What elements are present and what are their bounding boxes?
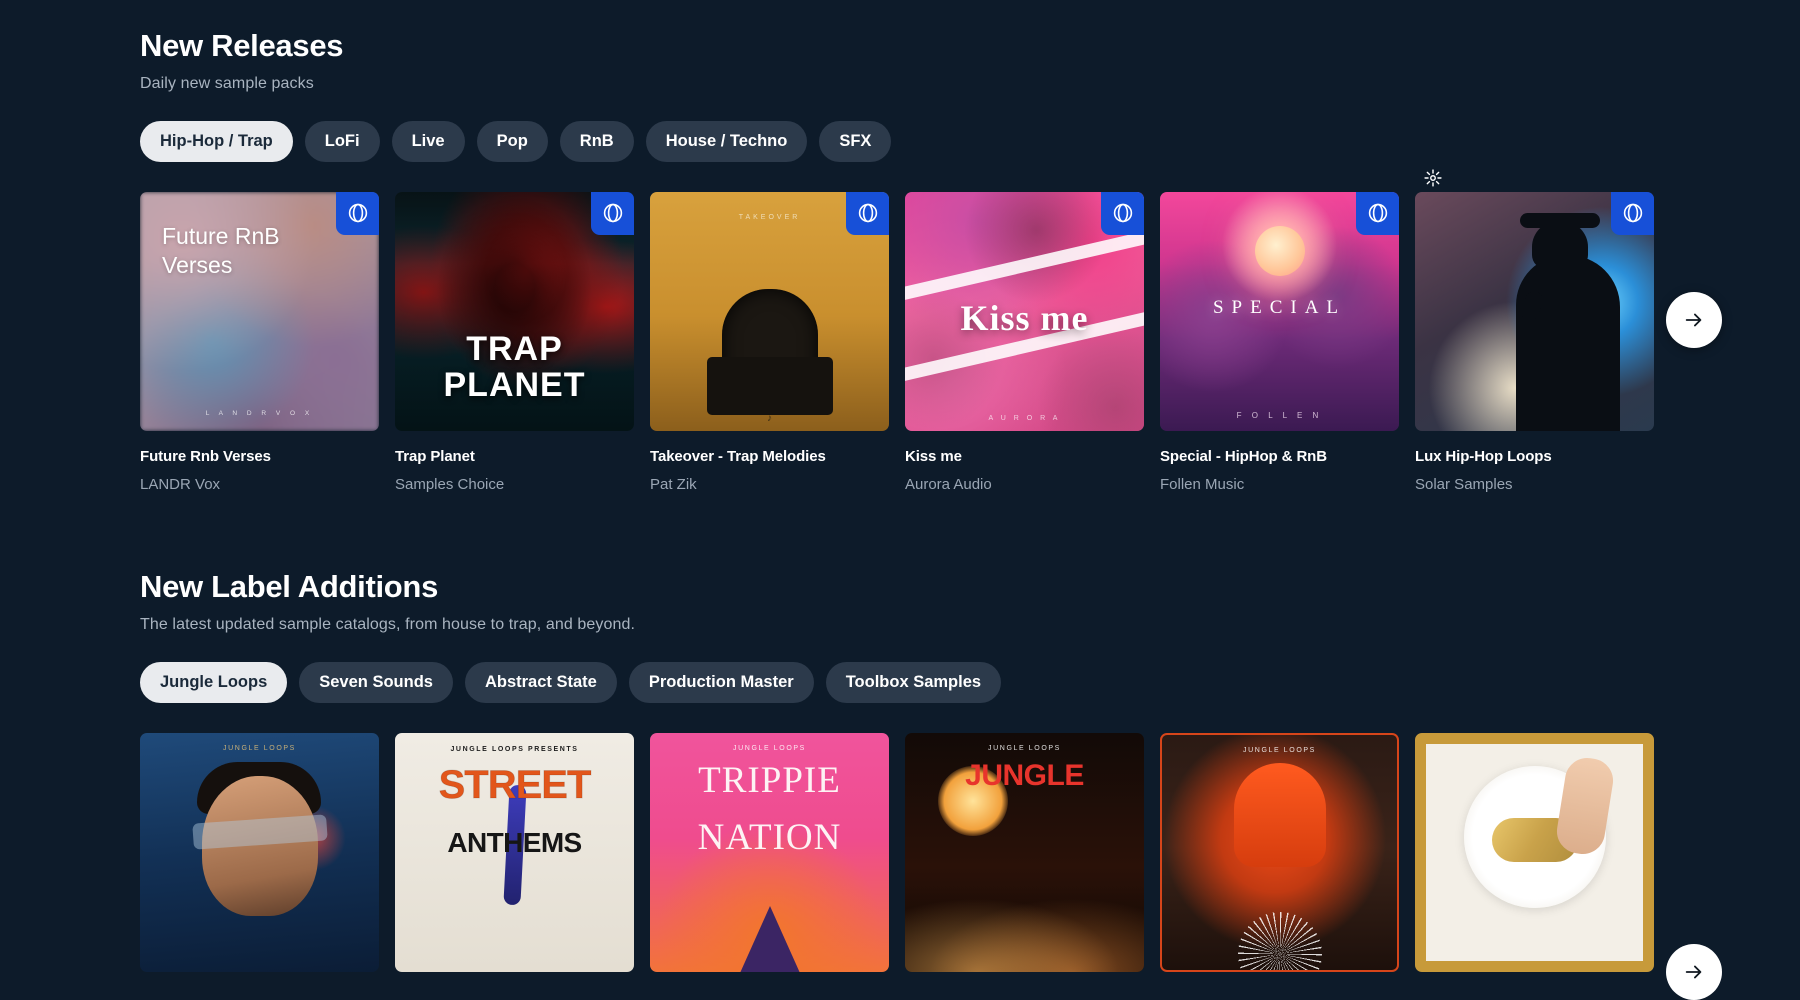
filter-pill-production-master[interactable]: Production Master <box>628 661 814 703</box>
pack-title: Kiss me <box>905 447 962 465</box>
artwork-title-text: Kiss me <box>960 298 1089 339</box>
artwork-top-text: JUNGLE LOOPS PRESENTS <box>450 745 579 753</box>
pack-card[interactable]: Kiss me A U R O R A Kiss me Aurora Audio <box>905 191 1144 493</box>
pack-title: Lux Hip-Hop Loops <box>1415 447 1552 465</box>
pack-artist: LANDR Vox <box>140 475 221 493</box>
section-subtitle: Daily new sample packs <box>140 75 314 92</box>
artwork-title-text: JUNGLE <box>965 758 1084 792</box>
pack-title: Future Rnb Verses <box>140 447 271 465</box>
filter-pill-live[interactable]: Live <box>391 121 465 162</box>
pack-artwork[interactable] <box>1415 732 1654 972</box>
arrow-right-icon <box>1685 313 1702 327</box>
artwork-subtitle-text: ANTHEMS <box>447 826 582 858</box>
card-list: Future RnB Verses L A N D R V O X Future… <box>140 169 1800 493</box>
artwork-title-text: SPECIAL <box>1212 297 1347 319</box>
filter-pill-seven-sounds[interactable]: Seven Sounds <box>299 661 453 703</box>
card-list: JUNGLE LOOPS JUNGLE LOOPS PRESENTS STREE… <box>140 732 1800 972</box>
label-additions-carousel: JUNGLE LOOPS JUNGLE LOOPS PRESENTS STREE… <box>140 732 1800 1000</box>
pack-title: Trap Planet <box>395 447 475 465</box>
landr-logo-icon <box>1356 191 1399 235</box>
loading-spinner-icon <box>1423 168 1443 188</box>
artwork-top-text: JUNGLE LOOPS <box>988 744 1061 752</box>
pack-card[interactable]: JUNGLE LOOPS PRESENTS STREET ANTHEMS <box>395 732 634 972</box>
filter-pill-pop[interactable]: Pop <box>476 121 548 162</box>
filter-pill-hiphop-trap[interactable]: Hip-Hop / Trap <box>140 121 293 162</box>
artwork-top-text: JUNGLE LOOPS <box>223 744 296 752</box>
pack-card[interactable]: SPECIAL F O L L E N Special - HipHop & R… <box>1160 191 1399 493</box>
filter-pill-jungle-loops[interactable]: Jungle Loops <box>140 661 288 703</box>
pack-artwork[interactable]: Kiss me A U R O R A <box>905 191 1144 431</box>
artwork-title-text: STREET <box>438 762 592 807</box>
pack-card[interactable]: TAKEOVER ♪ Takeover - Trap Melodies Pat … <box>650 191 889 493</box>
pack-artwork[interactable]: Future RnB Verses L A N D R V O X <box>140 191 379 431</box>
artwork-subtitle-text: NATION <box>697 816 842 858</box>
pack-artist: Pat Zik <box>650 475 697 493</box>
pack-card[interactable]: JUNGLE LOOPS TRIPPIE NATION <box>650 732 889 972</box>
pack-card[interactable] <box>1415 732 1654 972</box>
artwork-footer-text: L A N D R V O X <box>205 409 314 417</box>
artwork-throne-shape <box>706 288 833 415</box>
artwork-title-text: Future RnB Verses <box>162 222 280 279</box>
filter-pill-abstract-state[interactable]: Abstract State <box>464 661 617 703</box>
new-releases-carousel: Future RnB Verses L A N D R V O X Future… <box>140 169 1800 493</box>
pack-artwork[interactable]: TAKEOVER ♪ <box>650 191 889 431</box>
artwork-top-text: JUNGLE LOOPS <box>733 744 806 752</box>
pack-artist: Follen Music <box>1160 475 1245 493</box>
artwork-footer-text: A U R O R A <box>988 414 1061 422</box>
page-root: New Releases Daily new sample packs Hip-… <box>0 0 1800 1000</box>
pack-card[interactable]: Lux Hip-Hop Loops Solar Samples <box>1415 169 1654 493</box>
landr-logo-icon <box>846 191 889 235</box>
filter-pill-toolbox-samples[interactable]: Toolbox Samples <box>825 661 1002 703</box>
pack-artwork[interactable]: TRAP PLANET <box>395 191 634 431</box>
filter-pill-rnb[interactable]: RnB <box>559 121 634 162</box>
pack-title: Takeover - Trap Melodies <box>650 447 826 465</box>
page-title: New Releases <box>140 28 344 63</box>
genre-filter-row: Hip-Hop / Trap LoFi Live Pop RnB House /… <box>140 121 1800 162</box>
pack-card[interactable]: Future RnB Verses L A N D R V O X Future… <box>140 191 379 493</box>
pack-artwork[interactable]: SPECIAL F O L L E N <box>1160 191 1399 431</box>
artwork-top-text: JUNGLE LOOPS <box>1243 746 1316 754</box>
pack-artwork[interactable] <box>1415 191 1654 431</box>
section-new-releases: New Releases Daily new sample packs Hip-… <box>140 0 1800 493</box>
pack-title: Special - HipHop & RnB <box>1160 447 1327 465</box>
label-filter-row: Jungle Loops Seven Sounds Abstract State… <box>140 661 1800 703</box>
pack-card[interactable]: JUNGLE LOOPS <box>1160 732 1399 972</box>
artwork-footer-text: ♪ <box>767 412 772 424</box>
pack-artwork[interactable]: JUNGLE LOOPS <box>140 732 379 972</box>
arrow-right-icon <box>1685 965 1702 979</box>
pack-artist: Solar Samples <box>1415 475 1513 493</box>
landr-logo-icon <box>336 191 379 235</box>
pack-artwork[interactable]: JUNGLE LOOPS PRESENTS STREET ANTHEMS <box>395 732 634 972</box>
pack-artist: Samples Choice <box>395 475 505 493</box>
pack-card[interactable]: TRAP PLANET Trap Planet Samples Choice <box>395 191 634 493</box>
artwork-moon-shape <box>1254 225 1305 276</box>
landr-logo-icon <box>1611 191 1654 235</box>
carousel-next-button[interactable] <box>1666 291 1722 348</box>
filter-pill-lofi[interactable]: LoFi <box>304 121 380 162</box>
artwork-footer-text: F O L L E N <box>1236 410 1323 420</box>
section-new-label-additions: New Label Additions The latest updated s… <box>140 568 1800 1000</box>
pack-artwork[interactable]: JUNGLE LOOPS <box>1160 732 1399 972</box>
pack-card[interactable]: JUNGLE LOOPS <box>140 732 379 972</box>
carousel-next-button[interactable] <box>1666 943 1722 1000</box>
pack-artwork[interactable]: JUNGLE LOOPS JUNGLE <box>905 732 1144 972</box>
landr-logo-icon <box>591 191 634 235</box>
pack-artwork[interactable]: JUNGLE LOOPS TRIPPIE NATION <box>650 732 889 972</box>
filter-pill-sfx[interactable]: SFX <box>819 121 892 162</box>
artwork-title-text: TRAP PLANET <box>443 329 586 404</box>
section-subtitle: The latest updated sample catalogs, from… <box>140 615 636 633</box>
pack-artist: Aurora Audio <box>905 475 992 493</box>
pack-card[interactable]: JUNGLE LOOPS JUNGLE <box>905 732 1144 972</box>
landr-logo-icon <box>1101 191 1144 235</box>
filter-pill-house-techno[interactable]: House / Techno <box>645 121 808 162</box>
artwork-title-text: TRIPPIE <box>698 759 841 801</box>
artwork-microphone-shape <box>1530 310 1534 431</box>
section-title: New Label Additions <box>140 568 439 604</box>
